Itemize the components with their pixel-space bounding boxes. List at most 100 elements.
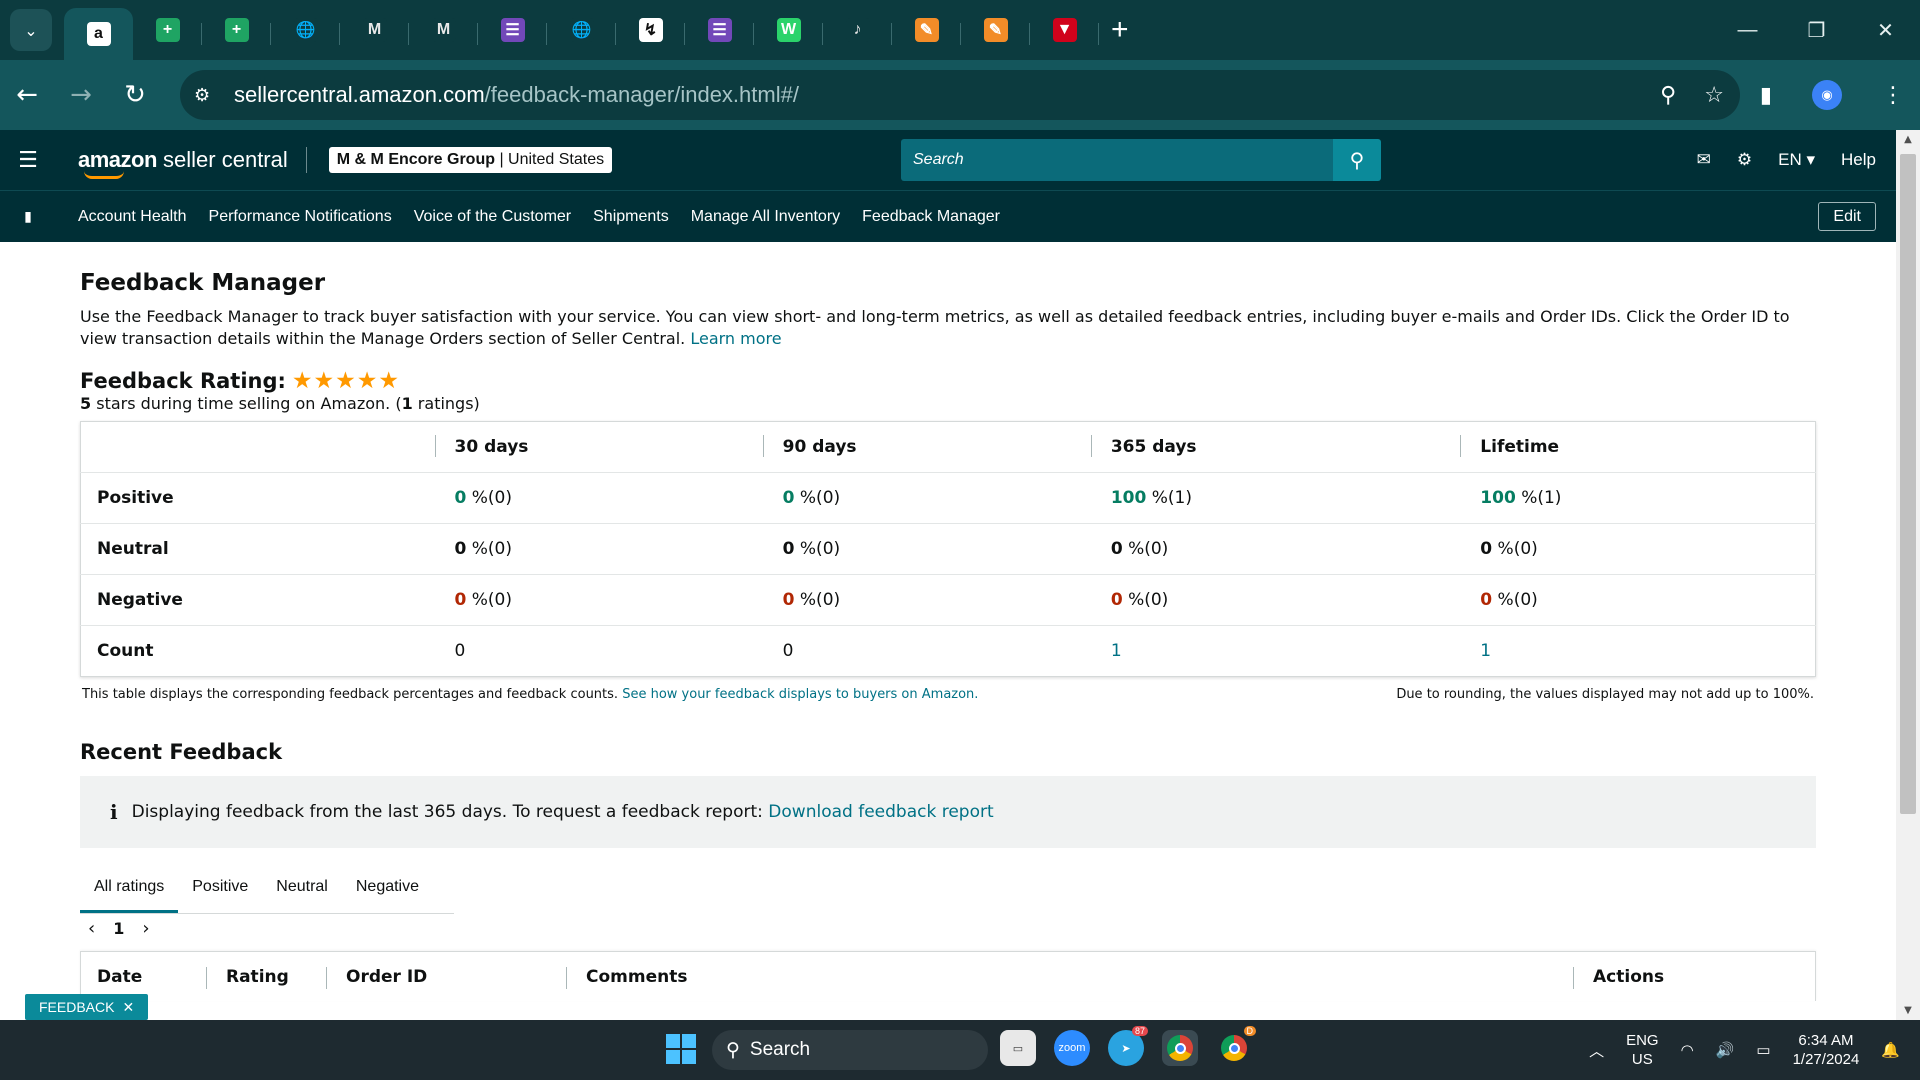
- site-info-icon[interactable]: ⚙: [194, 85, 224, 106]
- col-comments[interactable]: Comments: [566, 967, 687, 989]
- metric-cell: 1: [1090, 625, 1461, 677]
- scroll-down-arrow[interactable]: ▼: [1896, 1005, 1920, 1016]
- metric-cell: 100 %(1): [1460, 472, 1816, 524]
- next-page-icon[interactable]: ›: [142, 918, 149, 939]
- forward-button[interactable]: →: [54, 80, 108, 110]
- edit-nav-button[interactable]: Edit: [1818, 202, 1876, 231]
- feedback-widget-button[interactable]: FEEDBACK ✕: [25, 994, 149, 1020]
- nav-feedback-manager[interactable]: Feedback Manager: [862, 208, 1000, 226]
- page-scrollbar[interactable]: ▲ ▼: [1896, 130, 1920, 1020]
- browser-tab[interactable]: M: [409, 7, 478, 53]
- tab-positive[interactable]: Positive: [178, 866, 262, 913]
- system-tray: ︿ ENG US ◠ 🔊 ▭ 6:34 AM 1/27/2024 🔔: [1589, 1020, 1900, 1080]
- windows-start-icon[interactable]: [666, 1034, 696, 1064]
- language-selector[interactable]: EN ▾: [1778, 150, 1815, 170]
- metrics-row-positive: Positive 0 %(0) 0 %(0) 100 %(1) 100 %(1): [80, 472, 1816, 524]
- profile-avatar[interactable]: ◉: [1812, 80, 1842, 110]
- browser-tab[interactable]: ♪: [823, 7, 892, 53]
- browser-tab[interactable]: +: [202, 7, 271, 53]
- forms-icon: ☰: [500, 18, 525, 42]
- volume-icon[interactable]: 🔊: [1716, 1041, 1735, 1059]
- col-lifetime: Lifetime: [1460, 422, 1815, 473]
- main-content: Feedback Manager Use the Feedback Manage…: [80, 242, 1816, 1001]
- tab-negative[interactable]: Negative: [342, 866, 433, 913]
- learn-more-link[interactable]: Learn more: [690, 329, 781, 348]
- browser-tab[interactable]: ☰: [685, 7, 754, 53]
- browser-tab[interactable]: ▼: [1030, 7, 1099, 53]
- metrics-corner: [81, 422, 435, 473]
- gear-icon[interactable]: ⚙: [1737, 150, 1752, 170]
- sheets-icon: +: [224, 18, 249, 42]
- search-input[interactable]: [901, 139, 1333, 181]
- account-switcher[interactable]: M & M Encore Group | United States: [328, 147, 613, 173]
- close-window-button[interactable]: ✕: [1851, 0, 1920, 60]
- search-button[interactable]: ⚲: [1333, 139, 1381, 181]
- reload-button[interactable]: ↻: [108, 80, 162, 110]
- prev-page-icon[interactable]: ‹: [88, 918, 95, 939]
- download-report-link[interactable]: Download feedback report: [768, 802, 993, 822]
- nav-shipments[interactable]: Shipments: [593, 208, 669, 226]
- notifications-bell-icon[interactable]: 🔔: [1881, 1041, 1900, 1059]
- row-label: Negative: [80, 574, 435, 626]
- tab-neutral[interactable]: Neutral: [262, 866, 342, 913]
- col-date[interactable]: Date: [97, 967, 142, 987]
- col-order-id[interactable]: Order ID: [326, 967, 427, 989]
- browser-tab[interactable]: ✎: [892, 7, 961, 53]
- nav-account-health[interactable]: Account Health: [78, 208, 187, 226]
- mail-icon[interactable]: ✉: [1697, 150, 1711, 170]
- zoom-icon[interactable]: ⚲: [1660, 83, 1676, 108]
- browser-tab[interactable]: +: [133, 7, 202, 53]
- metrics-footnotes: This table displays the corresponding fe…: [80, 687, 1816, 702]
- browser-tab[interactable]: a: [64, 8, 133, 60]
- metric-cell: 0 %(0): [1460, 574, 1816, 626]
- taskbar-search[interactable]: ⚲ Search: [712, 1030, 988, 1070]
- browser-tab[interactable]: ✎: [961, 7, 1030, 53]
- battery-icon[interactable]: ▭: [1756, 1041, 1770, 1059]
- help-link[interactable]: Help: [1841, 150, 1876, 170]
- scroll-up-arrow[interactable]: ▲: [1896, 134, 1920, 145]
- nav-manage-inventory[interactable]: Manage All Inventory: [691, 208, 840, 226]
- see-feedback-display-link[interactable]: See how your feedback displays to buyers…: [622, 687, 978, 702]
- clock[interactable]: 6:34 AM 1/27/2024: [1793, 1031, 1860, 1069]
- telegram-icon[interactable]: ➤ 87: [1108, 1026, 1148, 1066]
- metric-cell: 0 %(0): [762, 472, 1091, 524]
- scroll-thumb[interactable]: [1900, 154, 1916, 814]
- file-explorer-icon[interactable]: ▭: [1000, 1030, 1036, 1066]
- current-page[interactable]: 1: [113, 919, 124, 938]
- zoom-app-icon[interactable]: zoom: [1054, 1030, 1090, 1066]
- nav-performance-notifications[interactable]: Performance Notifications: [209, 208, 392, 226]
- taskbar-apps: ▭ zoom ➤ 87 D: [1000, 1026, 1256, 1066]
- omnibox[interactable]: ⚙ sellercentral.amazon.com/feedback-mana…: [180, 70, 1740, 120]
- back-button[interactable]: ←: [0, 80, 54, 110]
- side-panel-icon[interactable]: ▮: [1760, 83, 1772, 108]
- tray-overflow-icon[interactable]: ︿: [1589, 1040, 1604, 1061]
- seller-central-header: ☰ amazon seller central M & M Encore Gro…: [0, 130, 1896, 190]
- tab-all-ratings[interactable]: All ratings: [80, 866, 179, 913]
- tab-search-button[interactable]: ⌄: [10, 9, 52, 51]
- col-rating[interactable]: Rating: [206, 967, 289, 989]
- minimize-button[interactable]: —: [1713, 0, 1782, 60]
- chrome-profile-icon[interactable]: D: [1216, 1026, 1256, 1066]
- wifi-icon[interactable]: ◠: [1681, 1041, 1694, 1059]
- language-indicator[interactable]: ENG US: [1626, 1031, 1659, 1069]
- browser-tab[interactable]: 🌐: [547, 7, 616, 53]
- intro-text: Use the Feedback Manager to track buyer …: [80, 307, 1790, 348]
- browser-tab[interactable]: 🌐: [271, 7, 340, 53]
- menu-kebab-icon[interactable]: ⋮: [1882, 83, 1904, 108]
- browser-tab[interactable]: M: [340, 7, 409, 53]
- chrome-icon[interactable]: [1162, 1030, 1198, 1066]
- globe-icon: 🌐: [293, 18, 318, 42]
- browser-tab[interactable]: ↯: [616, 7, 685, 53]
- bookmark-star-icon[interactable]: ☆: [1704, 83, 1724, 108]
- new-tab-button[interactable]: +: [1111, 13, 1129, 47]
- nav-voice-of-customer[interactable]: Voice of the Customer: [414, 208, 571, 226]
- restore-button[interactable]: ❐: [1782, 0, 1851, 60]
- close-icon[interactable]: ✕: [122, 999, 134, 1016]
- bookmark-icon[interactable]: ▮: [0, 209, 56, 225]
- browser-tab[interactable]: ☰: [478, 7, 547, 53]
- browser-tab[interactable]: W: [754, 7, 823, 53]
- seller-central-logo[interactable]: amazon seller central: [78, 147, 288, 179]
- hamburger-menu-icon[interactable]: ☰: [0, 148, 56, 173]
- metric-cell: 0: [762, 625, 1091, 677]
- col-actions[interactable]: Actions: [1573, 967, 1664, 989]
